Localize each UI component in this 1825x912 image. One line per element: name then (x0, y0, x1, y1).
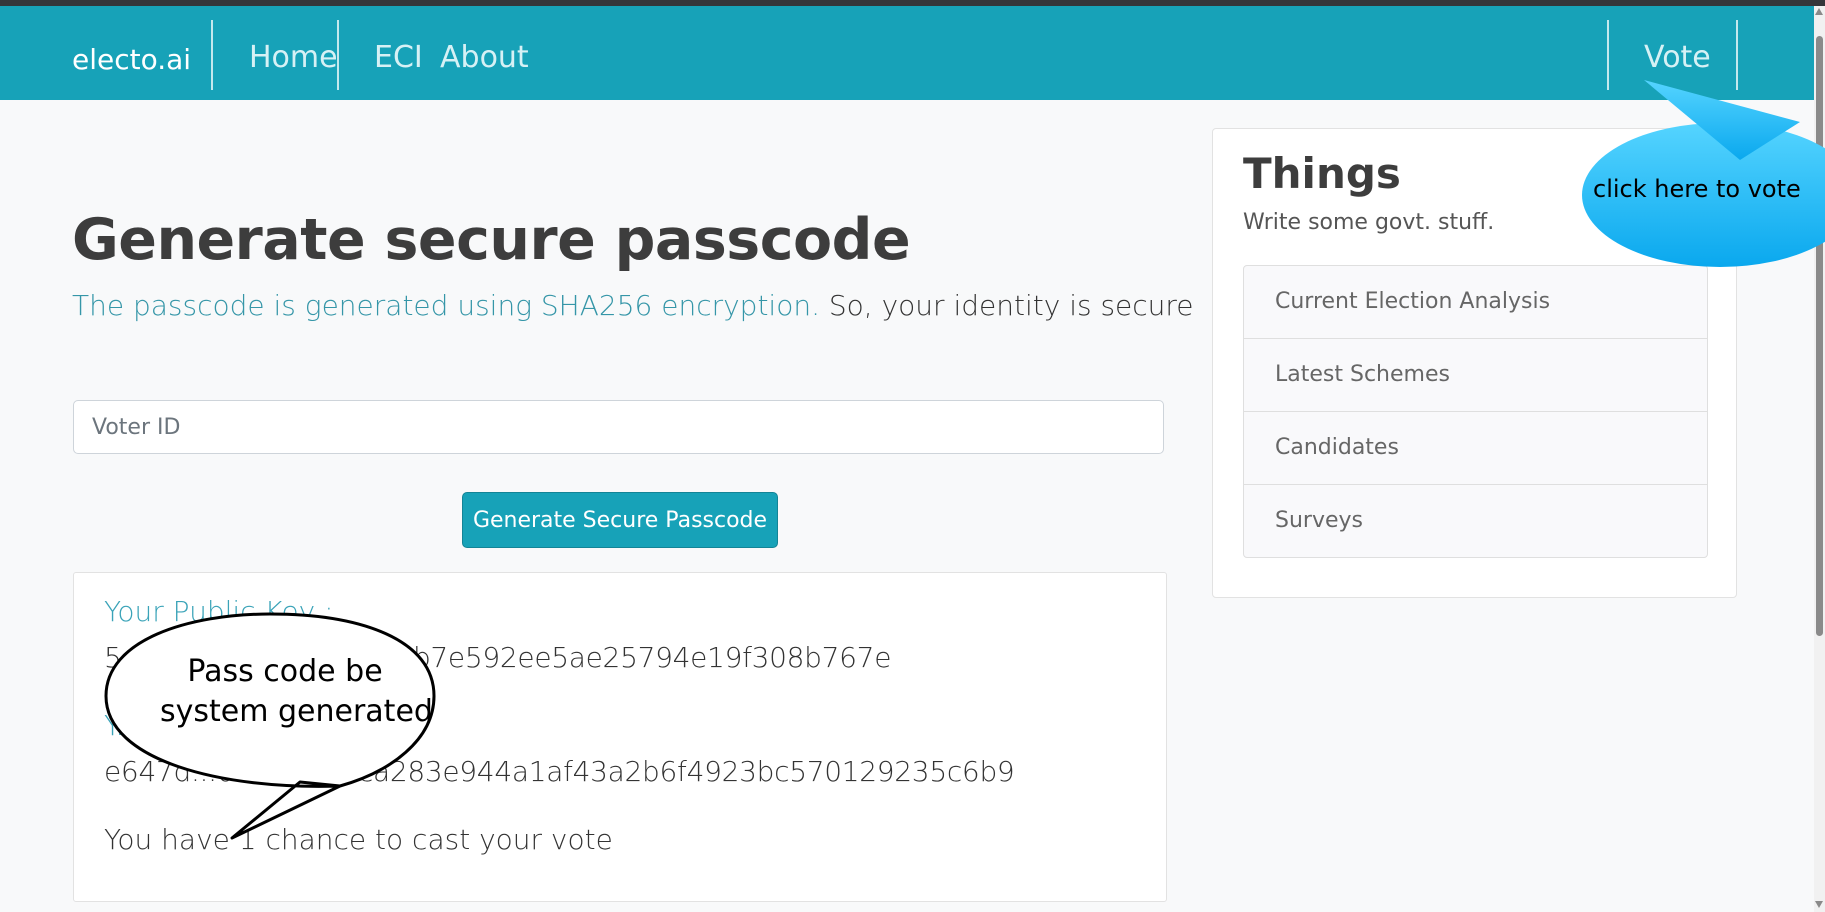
passcode-bubble-line1: Pass code be (187, 654, 383, 689)
passcode-bubble-line2: system generated (160, 694, 433, 729)
vote-bubble-text: click here to vote (1593, 175, 1801, 203)
passcode-bubble-text: Pass code be system generated (160, 652, 433, 732)
annotation-overlay (104, 80, 1825, 840)
